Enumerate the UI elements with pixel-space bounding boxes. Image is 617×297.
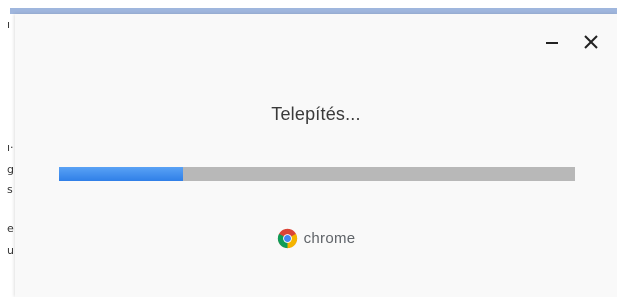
close-icon xyxy=(584,35,598,49)
screen: ı ı· g s e u Telepítés... chrome xyxy=(0,0,617,297)
close-button[interactable] xyxy=(577,28,605,56)
background-text-fragment: g xyxy=(7,163,14,176)
minimize-icon xyxy=(546,42,558,44)
progress-bar-fill xyxy=(59,167,183,181)
background-text-fragment: e xyxy=(7,222,14,235)
progress-bar xyxy=(59,167,575,181)
brand-name: chrome xyxy=(303,230,356,247)
brand-footer: chrome xyxy=(15,228,617,249)
background-text-fragment: s xyxy=(7,183,13,196)
chrome-logo-icon xyxy=(277,228,297,249)
background-window-titlebar xyxy=(0,0,617,14)
installing-title: Telepítés... xyxy=(271,104,361,124)
installer-dialog: Telepítés... chrome xyxy=(15,14,617,297)
background-text-fragment: ı· xyxy=(7,141,14,154)
minimize-button[interactable] xyxy=(539,28,567,56)
background-text-fragment: u xyxy=(7,244,14,257)
background-text-fragment: ı xyxy=(7,18,11,31)
